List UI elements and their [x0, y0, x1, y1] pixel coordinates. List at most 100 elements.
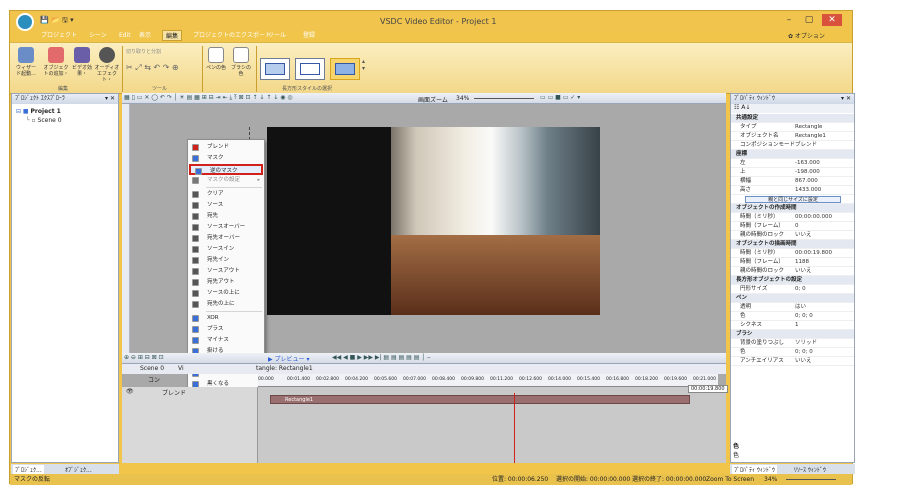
menu-item[interactable]: Edit — [116, 30, 134, 41]
editor-tools-right[interactable]: ▭ ▭ ■ ▭ ✓ ▾ — [540, 94, 580, 101]
context-menu-item[interactable]: 宛先の上に — [188, 299, 264, 310]
add-object-button[interactable]: オブジェクトの追加・ — [43, 47, 69, 77]
context-menu-item[interactable]: クリア — [188, 189, 264, 200]
context-menu-item[interactable]: ソースオーバー — [188, 222, 264, 233]
minimize-icon[interactable]: – — [782, 14, 796, 26]
property-row[interactable]: 親の時間のロック いいえ — [731, 231, 854, 240]
tab-project-explorer[interactable]: ﾌﾟﾛｼﾞｪｸ... — [13, 465, 44, 474]
left-tool-strip[interactable] — [122, 104, 130, 354]
tab-video[interactable]: Vi — [178, 365, 184, 372]
context-menu-item[interactable]: 宛先オーバー — [188, 233, 264, 244]
context-menu-item[interactable]: ブレンド — [188, 142, 264, 153]
property-row[interactable]: オブジェクト名 Rectangle1 — [731, 132, 854, 141]
context-menu-item[interactable]: 宛先アウト — [188, 277, 264, 288]
quick-access-toolbar[interactable]: 💾 📂 🖫 ▾ — [40, 16, 74, 27]
preview-button[interactable]: ▶ プレビュー ▾ — [268, 354, 309, 363]
wizard-button[interactable]: ウィザード起動... — [14, 47, 38, 77]
property-row[interactable]: タイプ Rectangle — [731, 123, 854, 132]
tab-scene[interactable]: Scene 0 — [140, 365, 164, 372]
transport-controls[interactable]: ◀◀ ◀ ■ ▶ ▶▶ ▶| ▤ ▤ ▤ ▤ ▤ │ ‒ — [332, 354, 431, 361]
context-menu-item[interactable]: マイナス — [188, 335, 264, 346]
pen-color-button[interactable]: ペンの色 — [205, 47, 227, 71]
explorer-close-icon[interactable]: ▾ ✕ — [105, 94, 115, 104]
property-row[interactable]: 高さ 1433.000 — [731, 186, 854, 195]
tab-rectangle[interactable]: tangle: Rectangle1 — [256, 365, 313, 372]
property-row[interactable]: 親の時間のロック いいえ — [731, 267, 854, 276]
properties-toolbar[interactable]: ☷ A↓ — [731, 104, 854, 113]
property-row[interactable]: 色 0; 0; 0 — [731, 348, 854, 357]
playhead[interactable] — [514, 393, 515, 463]
property-row[interactable]: 横幅 867.000 — [731, 177, 854, 186]
maximize-icon[interactable]: ▢ — [802, 14, 816, 26]
menu-item[interactable]: プロジェクトのエクスポート — [190, 30, 274, 41]
rect-style-2[interactable] — [295, 58, 325, 80]
menu-item[interactable]: 表示 — [136, 30, 154, 41]
context-menu-item[interactable]: XOR — [188, 313, 264, 324]
property-category[interactable]: ペン — [731, 294, 854, 303]
context-menu-item[interactable]: ソースアウト — [188, 266, 264, 277]
cut-split-button[interactable]: 切り取りと分割 — [126, 48, 161, 55]
zoom-slider[interactable] — [474, 98, 534, 99]
property-row[interactable]: コンポジションモード ブレンド — [731, 141, 854, 150]
timeline-clip[interactable]: Rectangle1 — [270, 395, 690, 404]
context-menu-item[interactable]: ソースの上に — [188, 288, 264, 299]
property-category[interactable]: 座標 — [731, 150, 854, 159]
menu-item[interactable]: 編集 — [162, 30, 183, 41]
menu-item[interactable]: 登録 — [300, 30, 318, 41]
tree-item-scene[interactable]: └ ▫ Scene 0 — [26, 117, 62, 124]
app-logo-icon[interactable] — [16, 13, 34, 31]
tab-resources[interactable]: ﾘｿｰｽ ｳｨﾝﾄﾞｳ — [792, 465, 828, 474]
property-row[interactable]: 時間（フレーム） 1188 — [731, 258, 854, 267]
rect-style-1[interactable] — [260, 58, 290, 80]
property-category[interactable]: オブジェクトの描画時間 — [731, 240, 854, 249]
editor-tools-icons[interactable]: ▦ ▯ ▭ ✕ ◯ ↶ ↷ │ ☀ ▤ ▦ ⊞ ⊟ ⇥ ⇤ ⤓ ⤒ ⊠ ⊡ ↑ … — [124, 94, 293, 102]
video-effects-button[interactable]: ビデオ効果・ — [71, 47, 93, 77]
rect-style-scroll[interactable]: ▴ ▾ — [362, 58, 365, 72]
context-menu-item[interactable]: 宛先 — [188, 211, 264, 222]
options-link[interactable]: ✿ オプション — [788, 31, 825, 40]
properties-close-icon[interactable]: ▾ ✕ — [841, 94, 851, 104]
timeline-zoom-icons[interactable]: ⊕ ⊖ ⊞ ⊟ ⊠ ⊡ — [124, 354, 164, 361]
property-row[interactable]: 背景の塗りつぶし ソリッド — [731, 339, 854, 348]
property-row[interactable]: 透明 はい — [731, 303, 854, 312]
property-row[interactable]: 色 0; 0; 0 — [731, 312, 854, 321]
menu-item[interactable]: ツール — [265, 30, 289, 41]
close-icon[interactable]: ✕ — [822, 14, 842, 26]
tab-object-explorer[interactable]: ｵﾌﾞｼﾞｪｸ... — [63, 465, 94, 474]
property-row[interactable]: 時間（ミリ秒） 00:00:00.000 — [731, 213, 854, 222]
property-row[interactable]: 円形サイズ 0; 0 — [731, 285, 854, 294]
property-category[interactable]: 長方形オブジェクトの設定 — [731, 276, 854, 285]
eye-icon[interactable]: 👁 — [126, 388, 134, 395]
context-menu-item[interactable]: プラス — [188, 324, 264, 335]
property-category[interactable]: 共通設定 — [731, 114, 854, 123]
property-row[interactable]: 左 -163.000 — [731, 159, 854, 168]
audio-effects-button[interactable]: オーディオエフェクト・ — [94, 47, 120, 83]
fit-parent-size-button[interactable]: 親と同じサイズに設定 — [745, 196, 841, 203]
tree-item-project[interactable]: ⊟ ■ Project 1 — [16, 108, 61, 115]
context-menu-item[interactable]: マスク — [188, 153, 264, 164]
tab-properties[interactable]: ﾌﾟﾛﾊﾟﾃｨ ｳｨﾝﾄﾞｳ — [732, 465, 777, 474]
menu-item[interactable]: シーン — [86, 30, 110, 41]
context-menu-item[interactable]: ソースイン — [188, 244, 264, 255]
property-row[interactable]: 親と同じサイズに設定 — [731, 195, 854, 204]
context-menu-item[interactable]: 逆のマスク — [189, 164, 263, 175]
rect-style-3[interactable] — [330, 58, 360, 80]
zoom-to-screen-button[interactable]: Zoom To Screen — [706, 474, 754, 485]
property-row[interactable]: 時間（ミリ秒） 00:00:19.800 — [731, 249, 854, 258]
video-canvas[interactable] — [267, 127, 600, 315]
edit-tools-row[interactable]: ✂ ⤢ ⇆ ↶ ↷ ⊕ — [126, 63, 179, 73]
property-row[interactable]: シクネス 1 — [731, 321, 854, 330]
property-row[interactable]: アンチエイリアス いいえ — [731, 357, 854, 366]
property-category[interactable]: オブジェクトの作成時間 — [731, 204, 854, 213]
zoom-value[interactable]: 34% — [456, 95, 469, 102]
property-category[interactable]: ブラシ — [731, 330, 854, 339]
property-row[interactable]: 時間（フレーム） 0 — [731, 222, 854, 231]
status-zoom-slider[interactable] — [786, 479, 836, 480]
time-ruler[interactable]: 00.000 00:01.400 00:02.800 00:04.200 00:05.6… — [258, 374, 718, 387]
menu-item[interactable]: プロジェクト — [38, 30, 80, 41]
context-menu-item[interactable]: マスクの設定 ▸ — [188, 175, 264, 186]
context-menu-item[interactable]: ソース — [188, 200, 264, 211]
property-row[interactable]: 上 -198.000 — [731, 168, 854, 177]
brush-color-button[interactable]: ブラシの色 — [229, 47, 253, 77]
context-menu-item[interactable]: 宛先イン — [188, 255, 264, 266]
